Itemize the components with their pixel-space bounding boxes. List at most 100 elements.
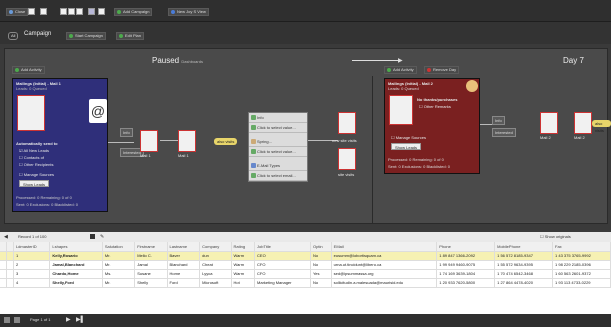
- table-cell[interactable]: Susane: [134, 269, 168, 279]
- table-cell[interactable]: 1 60 563 2601-9372: [552, 269, 611, 279]
- branch-node[interactable]: Interested: [492, 128, 516, 137]
- table-cell[interactable]: Cheat: [199, 260, 232, 270]
- table-cell[interactable]: Ms.: [102, 269, 136, 279]
- table-cell[interactable]: [6, 251, 14, 261]
- page-next-icon[interactable]: ▶: [66, 316, 71, 323]
- table-cell[interactable]: 1 56 572 8185-9347: [494, 251, 554, 261]
- table-cell[interactable]: [6, 269, 14, 279]
- close-button[interactable]: Close: [6, 8, 29, 16]
- layout-icon[interactable]: [76, 8, 83, 15]
- table-cell[interactable]: [6, 260, 14, 270]
- table-row[interactable]: 2 Jamal,Blanchard Mr. Jamal Blanchard Cheat Wa…: [0, 260, 611, 270]
- panel-row[interactable]: Info: [249, 113, 307, 123]
- mail-thumbnail[interactable]: [338, 112, 356, 134]
- column-header[interactable]: Salutation: [102, 242, 136, 252]
- email-thumbnail[interactable]: [17, 95, 45, 131]
- panel-row[interactable]: Spring...: [249, 137, 307, 147]
- page-first-icon[interactable]: [4, 317, 10, 323]
- remove-day-button[interactable]: Remove Day: [424, 66, 460, 74]
- table-cell[interactable]: Jamal: [134, 260, 168, 270]
- view-icon[interactable]: [98, 8, 105, 15]
- table-cell[interactable]: Warm: [231, 269, 256, 279]
- table-cell[interactable]: No: [310, 251, 332, 261]
- mailing-card-1[interactable]: Mailings (Initial) - Mail 1 Leads: 0 Que…: [12, 78, 108, 212]
- table-cell[interactable]: Blanchard: [167, 260, 201, 270]
- table-cell[interactable]: sollicitudin.a.malesuada@maurisid.edu: [331, 278, 438, 288]
- tab-all[interactable]: All: [8, 32, 19, 40]
- add-activity-button[interactable]: Add Activity: [12, 66, 45, 74]
- table-cell[interactable]: 1 93 113 4733-0229: [552, 278, 611, 288]
- table-cell[interactable]: Mr.: [102, 251, 136, 261]
- mailing-card-2[interactable]: Mailings (Initial) - Mail 2 Leads: 0 Que…: [384, 78, 480, 174]
- column-header[interactable]: JobTitle: [254, 242, 311, 252]
- table-cell[interactable]: dun: [199, 251, 232, 261]
- mail-thumbnail[interactable]: [540, 112, 558, 134]
- column-header[interactable]: Lastname: [167, 242, 201, 252]
- new-campaign-button[interactable]: New Joy S View: [168, 8, 209, 16]
- table-cell[interactable]: 4: [13, 278, 51, 288]
- mail-thumbnail[interactable]: [178, 130, 196, 152]
- table-cell[interactable]: Shelly: [134, 278, 168, 288]
- table-cell[interactable]: 1 55 572 9634-9395: [494, 260, 554, 270]
- panel-row[interactable]: E-Mail Types: [249, 161, 307, 171]
- panel-row[interactable]: Click to select value...: [249, 123, 307, 133]
- table-cell[interactable]: 1 70 474 6542-3468: [494, 269, 554, 279]
- manage-sources-checkbox[interactable]: ☐ Manage Sources: [391, 135, 426, 141]
- table-cell[interactable]: Home: [167, 269, 201, 279]
- table-cell[interactable]: Warm: [231, 251, 256, 261]
- panel-row[interactable]: Click to select email...: [249, 171, 307, 181]
- table-cell[interactable]: CEO: [254, 251, 311, 261]
- edit-icon[interactable]: ✎: [100, 234, 104, 240]
- table-cell[interactable]: 1 98 229 2185-0396: [552, 260, 611, 270]
- mail-thumbnail[interactable]: [574, 112, 592, 134]
- table-cell[interactable]: CFO: [254, 260, 311, 270]
- table-cell[interactable]: 1 89 847 1366-2092: [436, 251, 496, 261]
- column-header[interactable]: Rating: [231, 242, 256, 252]
- table-cell[interactable]: Kelly,Rosario: [49, 251, 103, 261]
- column-header[interactable]: EMail: [331, 242, 438, 252]
- column-header[interactable]: LdmasterID: [13, 242, 51, 252]
- table-cell[interactable]: 2: [13, 260, 51, 270]
- option-contacts-of[interactable]: ☐ Contacts of: [19, 155, 44, 161]
- edit-plan-button[interactable]: Edit Plan: [116, 32, 145, 40]
- column-header[interactable]: [6, 242, 14, 252]
- column-header[interactable]: Fax: [552, 242, 611, 252]
- table-cell[interactable]: Yes: [310, 269, 332, 279]
- table-cell[interactable]: CFO: [254, 269, 311, 279]
- table-cell[interactable]: Microsoft: [199, 278, 232, 288]
- column-header[interactable]: Firstname: [134, 242, 168, 252]
- table-cell[interactable]: urna.ut.tincidunt@libero.ca: [331, 260, 438, 270]
- swatch-icon[interactable]: [28, 8, 35, 15]
- table-cell[interactable]: Hot: [231, 278, 256, 288]
- table-cell[interactable]: Mr.: [102, 278, 136, 288]
- branch-node[interactable]: Info: [120, 128, 133, 137]
- table-cell[interactable]: Jamal,Blanchard: [49, 260, 103, 270]
- branch-node[interactable]: Info: [492, 116, 505, 125]
- table-cell[interactable]: [6, 278, 14, 288]
- table-cell[interactable]: 1 99 949 9460-9075: [436, 260, 496, 270]
- show-leads-button[interactable]: Show Leads: [19, 180, 50, 187]
- panel-row[interactable]: Click to select value...: [249, 147, 307, 157]
- column-header[interactable]: Company: [199, 242, 232, 252]
- show-originals-toggle[interactable]: ☐ Show originals: [540, 234, 571, 239]
- page-last-icon[interactable]: ▶▌: [76, 316, 85, 323]
- table-cell[interactable]: 1 20 933 7620-5800: [436, 278, 496, 288]
- column-header[interactable]: Optin: [310, 242, 332, 252]
- view-white-icon[interactable]: [40, 8, 47, 15]
- table-cell[interactable]: Baver: [167, 251, 201, 261]
- page-prev-icon[interactable]: [14, 317, 20, 323]
- table-cell[interactable]: Shelly,Ford: [49, 278, 103, 288]
- trigger-chip[interactable]: also visits: [592, 120, 611, 133]
- mail-thumbnail[interactable]: [338, 148, 356, 170]
- add-activity-button[interactable]: Add Activity: [384, 66, 417, 74]
- table-cell[interactable]: Mello C.: [134, 251, 168, 261]
- column-header[interactable]: Phone: [436, 242, 496, 252]
- column-header[interactable]: Lshapes: [49, 242, 103, 252]
- grid-action-icon[interactable]: [90, 234, 95, 239]
- mail-thumbnail[interactable]: [140, 130, 158, 152]
- manage-sources-checkbox[interactable]: ☐ Manage Sources: [19, 172, 54, 178]
- option-other-remarks[interactable]: ☐ Other Remarks: [419, 104, 451, 110]
- show-leads-button[interactable]: Show Leads: [391, 143, 422, 150]
- table-row[interactable]: 3 Chardo,Home Ms. Susane Home Lyyca Warm CFO Yes…: [0, 269, 611, 279]
- table-cell[interactable]: No: [310, 278, 332, 288]
